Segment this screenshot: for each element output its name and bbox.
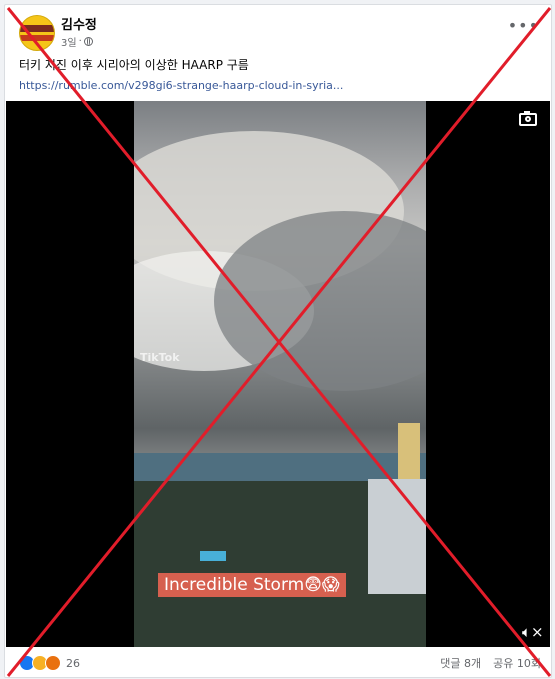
post-link[interactable]: https://rumble.com/v298gi6-strange-haarp… xyxy=(19,79,343,92)
video-player[interactable]: TikTok Incredible Storm😨😱 🔈︎× xyxy=(6,101,550,647)
post-time[interactable]: 3일 xyxy=(61,34,77,49)
post-header: 김수정 3일 · ••• xyxy=(5,5,551,55)
video-frame[interactable]: TikTok Incredible Storm😨😱 xyxy=(134,101,426,647)
reactions[interactable]: 26 xyxy=(19,655,80,671)
tiktok-watermark: TikTok xyxy=(140,351,180,364)
more-options-icon[interactable]: ••• xyxy=(508,18,539,34)
camera-icon[interactable] xyxy=(519,111,537,126)
video-caption: Incredible Storm😨😱 xyxy=(158,573,346,597)
angry-reaction-icon xyxy=(45,655,61,671)
globe-icon xyxy=(83,37,93,46)
avatar[interactable] xyxy=(19,15,55,51)
author-name[interactable]: 김수정 xyxy=(61,14,97,33)
post-meta: 3일 · xyxy=(61,34,93,49)
reaction-count: 26 xyxy=(66,656,80,670)
post-stats: 댓글 8개 공유 10회 xyxy=(440,655,541,671)
mute-icon[interactable]: 🔈︎× xyxy=(522,623,544,641)
post-footer: 26 댓글 8개 공유 10회 xyxy=(5,649,551,677)
post-text: 터키 지진 이후 시리아의 이상한 HAARP 구름 xyxy=(19,58,249,72)
share-count[interactable]: 공유 10회 xyxy=(493,655,541,671)
post-card: 김수정 3일 · ••• 터키 지진 이후 시리아의 이상한 HAARP 구름 … xyxy=(4,4,552,678)
comment-count[interactable]: 댓글 8개 xyxy=(440,655,481,671)
